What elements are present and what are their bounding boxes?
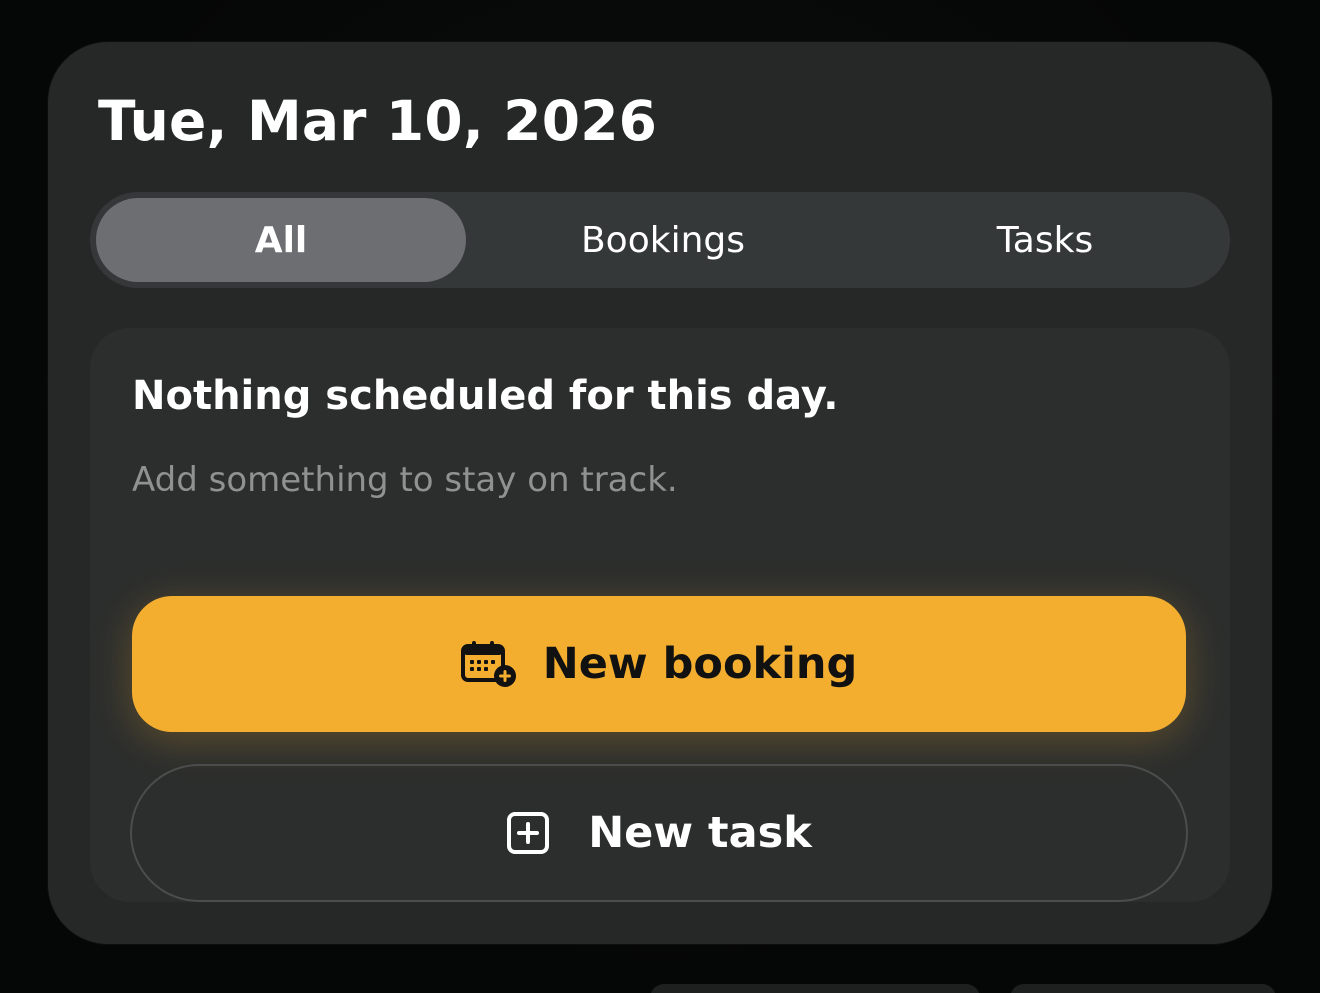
calendar-plus-icon: [460, 640, 517, 688]
background-bottom-edge-right: [1010, 984, 1276, 993]
new-task-label: New task: [588, 808, 812, 858]
day-card: Tue, Mar 10, 2026 All Bookings Tasks Not…: [48, 42, 1272, 944]
square-plus-icon: [506, 811, 550, 855]
new-task-button[interactable]: New task: [130, 764, 1188, 902]
new-booking-label: New booking: [542, 639, 858, 689]
empty-state-subtitle: Add something to stay on track.: [132, 460, 678, 500]
screen: Tue, Mar 10, 2026 All Bookings Tasks Not…: [0, 0, 1320, 993]
empty-state-title: Nothing scheduled for this day.: [132, 373, 839, 419]
tab-bookings[interactable]: Bookings: [466, 198, 860, 282]
filter-segmented-control: All Bookings Tasks: [90, 192, 1230, 288]
empty-state-panel: Nothing scheduled for this day. Add some…: [90, 328, 1230, 902]
tab-all[interactable]: All: [96, 198, 466, 282]
date-title: Tue, Mar 10, 2026: [98, 89, 658, 153]
tab-tasks[interactable]: Tasks: [860, 198, 1230, 282]
background-bottom-edge-left: [650, 984, 980, 993]
new-booking-button[interactable]: New booking: [132, 596, 1186, 732]
